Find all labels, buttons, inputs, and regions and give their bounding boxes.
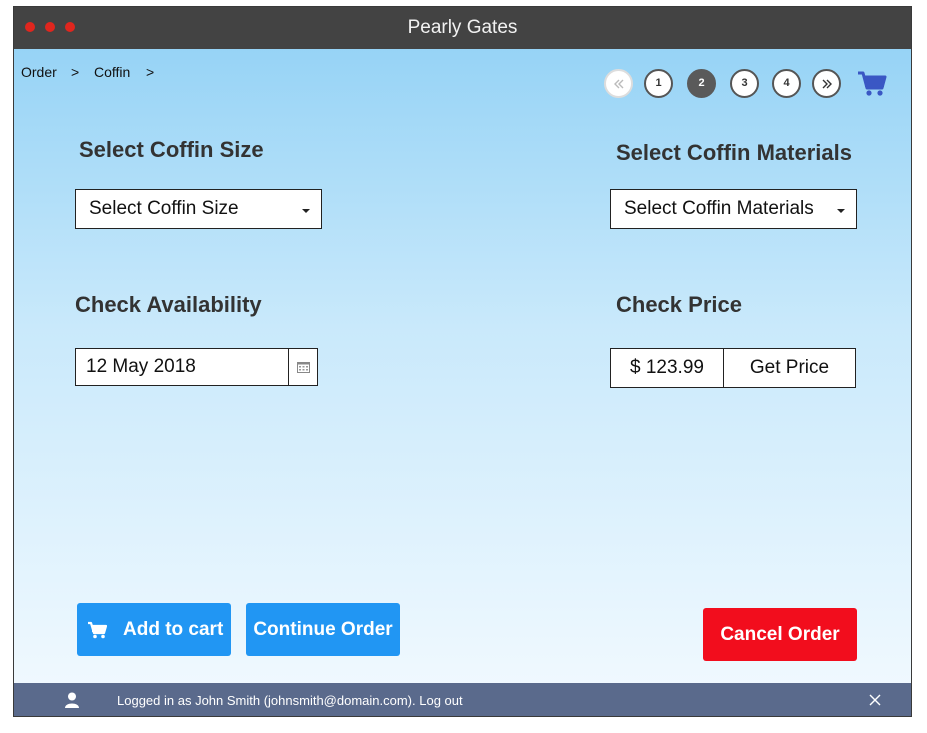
materials-heading: Select Coffin Materials (616, 140, 852, 165)
page-2-button[interactable]: 2 (687, 69, 716, 98)
continue-order-button[interactable]: Continue Order (246, 603, 400, 656)
coffin-size-select-value: Select Coffin Size (89, 198, 239, 219)
cancel-order-button[interactable]: Cancel Order (703, 608, 857, 661)
page-3-button[interactable]: 3 (730, 69, 759, 98)
get-price-button[interactable]: Get Price (723, 348, 856, 388)
size-heading: Select Coffin Size (79, 137, 264, 162)
page-4-button[interactable]: 4 (772, 69, 801, 98)
date-picker[interactable]: 12 May 2018 (75, 348, 318, 386)
add-to-cart-button[interactable]: Add to cart (77, 603, 231, 656)
price-value: $ 123.99 (610, 348, 724, 388)
status-footer: Logged in as John Smith (johnsmith@domai… (14, 683, 911, 716)
close-icon[interactable] (869, 694, 881, 706)
login-status-text: Logged in as John Smith (johnsmith@domai… (117, 693, 463, 708)
caret-down-icon (302, 209, 310, 213)
last-page-button[interactable] (812, 69, 841, 98)
title-bar: Pearly Gates (14, 7, 911, 49)
first-page-button[interactable] (604, 69, 633, 98)
calendar-button[interactable] (288, 349, 317, 385)
date-input[interactable]: 12 May 2018 (86, 349, 196, 385)
breadcrumb-separator: > (146, 64, 155, 80)
breadcrumb-item-coffin[interactable]: Coffin (94, 64, 130, 80)
calendar-icon (297, 362, 310, 373)
app-window: Pearly Gates Order > Coffin > 1 2 3 4 Se… (13, 6, 912, 717)
coffin-materials-select-value: Select Coffin Materials (624, 198, 814, 219)
double-chevron-left-icon (613, 79, 623, 89)
add-to-cart-label: Add to cart (123, 619, 224, 640)
availability-heading: Check Availability (75, 292, 262, 317)
user-icon (65, 692, 79, 708)
page-1-button[interactable]: 1 (644, 69, 673, 98)
coffin-materials-select[interactable]: Select Coffin Materials (610, 189, 857, 229)
shopping-cart-icon (88, 621, 107, 639)
double-chevron-right-icon (822, 79, 832, 89)
window-title: Pearly Gates (407, 17, 518, 38)
breadcrumb-separator: > (71, 64, 80, 80)
breadcrumb-item-order[interactable]: Order (21, 64, 57, 80)
price-heading: Check Price (616, 292, 742, 317)
caret-down-icon (837, 209, 845, 213)
shopping-cart-icon[interactable] (857, 70, 887, 98)
coffin-size-select[interactable]: Select Coffin Size (75, 189, 322, 229)
